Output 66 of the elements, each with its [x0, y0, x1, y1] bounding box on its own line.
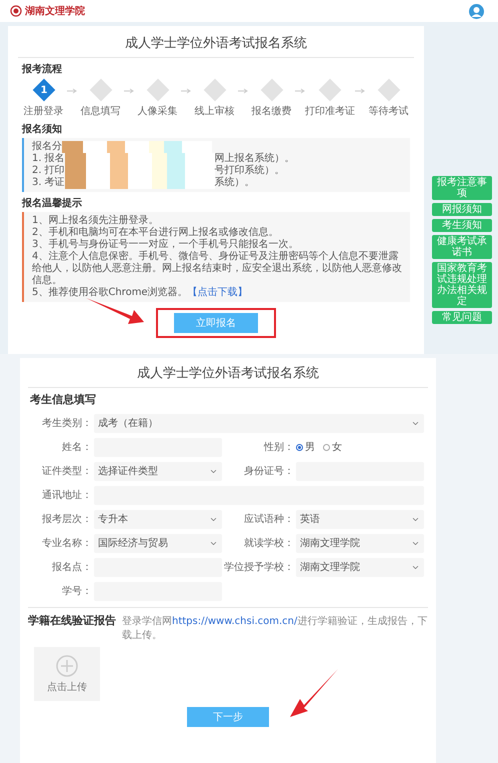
arrow-icon: [238, 88, 248, 94]
step-label: 打印准考证: [305, 104, 355, 118]
select-field[interactable]: 选择证件类型: [94, 462, 222, 480]
download-link[interactable]: 【点击下载】: [188, 287, 248, 298]
arrow-icon: [355, 88, 365, 94]
field-label: 通讯地址：: [41, 488, 92, 502]
field-label: 报名点：: [51, 560, 92, 574]
field-label: 就读学校：: [243, 536, 294, 550]
notice-text: 报名分: [32, 141, 62, 152]
section-heading: 报名须知: [22, 122, 63, 136]
step-marker: 1: [32, 78, 55, 102]
notice-text: 3. 考证: [32, 177, 65, 189]
select-field[interactable]: 湖南文理学院: [296, 534, 424, 552]
tip-text: 4、注意个人信息保密。手机号、微信号、身份证号及注册密码等个人信息不要泄露给他人，以防他人恶意注册。网上报名结束时，应安全退出系统，以防他人恶意修改信息。: [32, 251, 402, 286]
select-field[interactable]: 湖南文理学院: [296, 558, 424, 576]
plus-icon: [56, 654, 78, 676]
website-link[interactable]: https://www.chsi.com.cn/: [172, 616, 298, 627]
select-field[interactable]: 国际经济与贸易: [94, 534, 222, 552]
field-label: 性别：: [262, 440, 294, 454]
arrow-icon: [295, 88, 305, 94]
pointer-arrow: [86, 296, 146, 326]
step-label: 人像采集: [138, 104, 178, 118]
page-title: 成人学士学位外语考试报名系统: [18, 30, 414, 58]
notice-text: 2. 打印: [32, 165, 65, 176]
tip-text: 5、推荐使用谷歌Chrome浏览器。【点击下载】: [32, 287, 249, 299]
select-field[interactable]: 专升本: [94, 510, 222, 528]
arrow-icon: [67, 88, 77, 94]
avatar-icon[interactable]: [469, 4, 484, 18]
section-heading: 考生信息填写: [30, 392, 97, 407]
field-label: 专业名称：: [41, 536, 92, 550]
notice-text: 系统）。: [214, 177, 255, 189]
field-label: 姓名：: [61, 441, 92, 454]
tip-text: 2、手机和电脑均可在本平台进行网上报名或修改信息。: [32, 227, 280, 238]
field-label: 考生类别：: [41, 416, 92, 430]
arrow-icon: [124, 88, 134, 94]
page-title: 成人学士学位外语考试报名系统: [28, 360, 428, 388]
section-heading: 报名温馨提示: [22, 196, 83, 210]
select-field[interactable]: 英语: [296, 510, 424, 528]
field-label: 身份证号：: [243, 465, 294, 478]
field-label: 应试语种：: [243, 512, 294, 526]
upload-box[interactable]: 点击上传: [34, 647, 100, 701]
notice-text: 号打印系统）。: [214, 165, 285, 176]
field-label: 学位授予学校：: [224, 560, 294, 574]
hint-text: 登录学信网https://www.chsi.com.cn/进行学籍验证，生成报告，下载上传。: [122, 614, 428, 642]
field-label: 证件类型：: [41, 464, 92, 478]
step-label: 线上审核: [194, 104, 234, 118]
step-label: 注册登录: [24, 104, 64, 118]
step-label: 信息填写: [80, 104, 120, 118]
step-label: 报名缴费: [252, 104, 292, 118]
radio-button[interactable]: [323, 444, 330, 450]
step-label: 等待考试: [368, 104, 408, 118]
radio-option[interactable]: 男: [296, 440, 315, 454]
tip-text: 3、手机号与身份证号一一对应，一个手机号只能报名一次。: [32, 239, 300, 250]
logo-text: 湖南文理学院: [25, 4, 85, 18]
seal-icon: [10, 5, 22, 17]
section-heading: 报考流程: [22, 62, 63, 76]
radio-option[interactable]: 女: [323, 440, 342, 454]
radio-button[interactable]: [296, 444, 303, 450]
field-label: 学号：: [61, 585, 92, 598]
arrow-icon: [181, 88, 191, 94]
select-field[interactable]: 成考（在籍）: [94, 414, 424, 432]
notice-text: 网上报名系统）。: [214, 153, 295, 164]
tip-text: 1、网上报名须先注册登录。: [32, 215, 160, 226]
field-label: 报考层次：: [41, 512, 92, 526]
notice-text: 1. 报名: [32, 153, 65, 164]
section-heading: 学籍在线验证报告: [28, 613, 116, 628]
